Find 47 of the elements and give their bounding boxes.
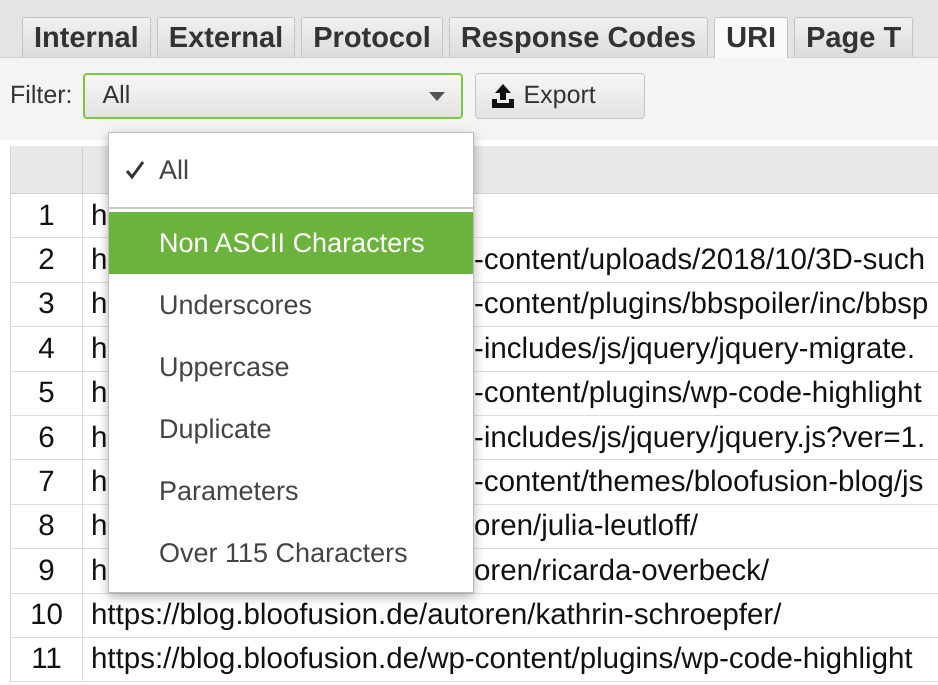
caret-icon xyxy=(428,92,444,100)
tab[interactable]: Response Codes xyxy=(448,17,708,57)
url-cell-text: oren/ricarda-overbeck/ xyxy=(474,552,770,589)
url-cell-text: h xyxy=(91,508,108,544)
url-cell-text: https://blog.bloofusion.de/wp-content/plugins/wp-code-highlight xyxy=(91,641,913,678)
row-number: 10 xyxy=(11,594,83,637)
url-cell-text: h xyxy=(91,464,108,500)
tab[interactable]: Page T xyxy=(794,17,914,57)
url-cell-text: h xyxy=(91,198,108,234)
dropdown-item[interactable]: Uppercase xyxy=(109,336,473,398)
url-cell-text: h xyxy=(91,552,108,589)
upload-icon xyxy=(490,84,516,108)
url-cell-text: -content/themes/bloofusion-blog/js xyxy=(474,464,924,500)
row-number: 3 xyxy=(11,282,83,326)
row-number: 9 xyxy=(11,549,83,593)
dropdown-item[interactable]: Parameters xyxy=(109,460,473,522)
url-cell-text: h xyxy=(91,420,108,456)
url-cell-text: -content/plugins/bbspoiler/inc/bbsp xyxy=(474,286,928,322)
row-number: 7 xyxy=(11,460,83,504)
url-cell-text: h xyxy=(91,242,108,278)
url-cell-text: https://blog.bloofusion.de/autoren/kathrin-schroepfer/ xyxy=(91,597,782,634)
dropdown-item[interactable]: Underscores xyxy=(109,274,473,336)
url-cell-text: h xyxy=(91,286,108,322)
filter-dropdown[interactable]: All xyxy=(82,73,462,119)
export-button[interactable]: Export xyxy=(474,73,644,119)
url-cell-text: h xyxy=(91,330,108,367)
tab[interactable]: Protocol xyxy=(301,17,443,57)
row-number: 4 xyxy=(11,327,83,371)
url-cell-text: oren/julia-leutloff/ xyxy=(474,508,698,544)
row-number: 11 xyxy=(11,638,83,682)
url-cell-text: -content/uploads/2018/10/3D-such xyxy=(474,242,925,278)
row-number: 1 xyxy=(11,194,83,238)
row-number: 8 xyxy=(11,504,83,548)
dropdown-item[interactable]: Over 115 Characters xyxy=(109,522,473,584)
row-number: 6 xyxy=(11,416,83,460)
url-cell-text: -includes/js/jquery/jquery.js?ver=1. xyxy=(474,420,926,456)
url-cell-text: h xyxy=(91,375,108,412)
row-number: 2 xyxy=(11,238,83,282)
url-cell-text: -includes/js/jquery/jquery-migrate. xyxy=(474,330,916,367)
tab[interactable]: URI xyxy=(714,17,788,58)
tab[interactable]: External xyxy=(156,17,296,57)
row-number: 5 xyxy=(11,372,83,415)
dropdown-item[interactable]: All xyxy=(109,133,473,209)
tab[interactable]: Internal xyxy=(22,17,151,57)
url-cell-text: -content/plugins/wp-code-highlight xyxy=(474,375,922,412)
dropdown-item[interactable]: Duplicate xyxy=(109,398,473,460)
filter-label: Filter: xyxy=(10,80,72,112)
